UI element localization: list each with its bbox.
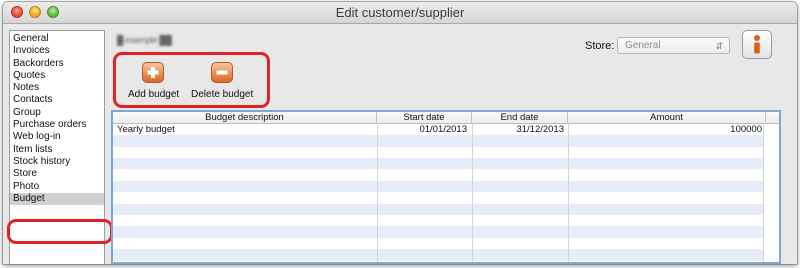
- empty-row: [113, 169, 763, 180]
- sidebar-item-budget[interactable]: Budget: [10, 192, 104, 206]
- column-divider: [568, 123, 569, 262]
- empty-row: [113, 147, 763, 158]
- column-header-end-date[interactable]: End date: [472, 112, 568, 123]
- edit-customer-window: Edit customer/supplier General Invoices …: [3, 2, 797, 264]
- store-select-value: General: [625, 40, 661, 51]
- updown-chevron-icon: ⇵: [715, 41, 723, 51]
- column-divider: [763, 123, 764, 262]
- column-header-amount[interactable]: Amount: [568, 112, 766, 123]
- budget-buttons-highlight: [113, 52, 270, 108]
- empty-row: [113, 249, 763, 261]
- table-row[interactable]: Yearly budget 01/01/2013 31/12/2013 1000…: [113, 124, 763, 135]
- sidebar-item-quotes[interactable]: Quotes: [10, 70, 104, 82]
- empty-row: [113, 192, 763, 203]
- column-divider: [472, 123, 473, 262]
- empty-row: [113, 238, 763, 249]
- empty-row: [113, 215, 763, 226]
- column-divider: [377, 123, 378, 262]
- empty-row: [113, 158, 763, 170]
- empty-row: [113, 135, 763, 147]
- sidebar-item-photo[interactable]: Photo: [10, 181, 104, 193]
- sidebar-item-store[interactable]: Store: [10, 168, 104, 180]
- sidebar-item-stock-history[interactable]: Stock history: [10, 156, 104, 168]
- cell-description: Yearly budget: [117, 123, 175, 135]
- cell-end-date: 31/12/2013: [516, 123, 564, 135]
- table-header: Budget description Start date End date A…: [113, 112, 779, 124]
- column-header-description[interactable]: Budget description: [113, 112, 377, 123]
- sidebar-item-invoices[interactable]: Invoices: [10, 45, 104, 57]
- info-button[interactable]: [742, 30, 772, 59]
- window-title: Edit customer/supplier: [335, 5, 465, 20]
- column-header-start-date[interactable]: Start date: [377, 112, 472, 123]
- sidebar-item-notes[interactable]: Notes: [10, 82, 104, 94]
- store-label: Store:: [585, 40, 615, 52]
- sidebar-item-item-lists[interactable]: Item lists: [10, 144, 104, 156]
- sidebar-item-contacts[interactable]: Contacts: [10, 94, 104, 106]
- sidebar-item-backorders[interactable]: Backorders: [10, 58, 104, 70]
- budget-table[interactable]: Budget description Start date End date A…: [111, 110, 781, 264]
- empty-row: [113, 203, 763, 215]
- info-icon: [754, 35, 760, 54]
- window-content: General Invoices Backorders Quotes Notes…: [3, 24, 797, 264]
- store-select[interactable]: General ⇵: [617, 37, 730, 54]
- cell-start-date: 01/01/2013: [419, 123, 467, 135]
- sidebar-item-group[interactable]: Group: [10, 107, 104, 119]
- sidebar-item-web-log-in[interactable]: Web log-in: [10, 131, 104, 143]
- sidebar-item-general[interactable]: General: [10, 33, 104, 45]
- budget-item-highlight: [7, 219, 113, 244]
- title-bar: Edit customer/supplier: [3, 2, 797, 24]
- cell-amount: 100000: [730, 123, 762, 135]
- empty-row: [113, 180, 763, 193]
- sidebar-item-purchase-orders[interactable]: Purchase orders: [10, 119, 104, 131]
- customer-name: █ example ██: [117, 35, 172, 45]
- empty-row: [113, 226, 763, 238]
